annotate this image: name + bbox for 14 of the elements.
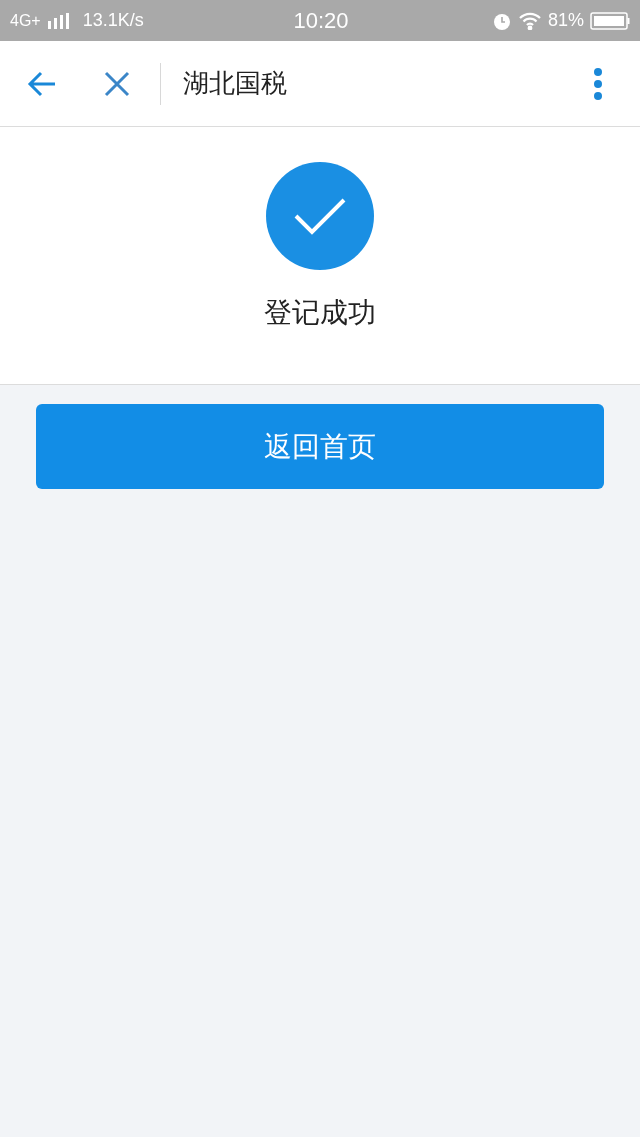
clock-time: 10:20: [293, 7, 349, 35]
success-check-icon: [266, 162, 374, 270]
battery-icon: [590, 11, 630, 30]
page-title: 湖北国税: [183, 67, 288, 100]
wifi-icon: [517, 11, 542, 30]
network-type: 4G+: [10, 10, 41, 31]
close-icon: [104, 70, 130, 97]
battery-percent: 81%: [547, 9, 584, 32]
back-arrow-icon: [27, 70, 57, 97]
signal-icon: [46, 12, 69, 29]
home-button[interactable]: 返回首页: [36, 404, 604, 489]
network-speed: 13.1K/s: [82, 9, 144, 32]
success-message: 登记成功: [264, 296, 376, 330]
more-icon: [593, 66, 603, 101]
